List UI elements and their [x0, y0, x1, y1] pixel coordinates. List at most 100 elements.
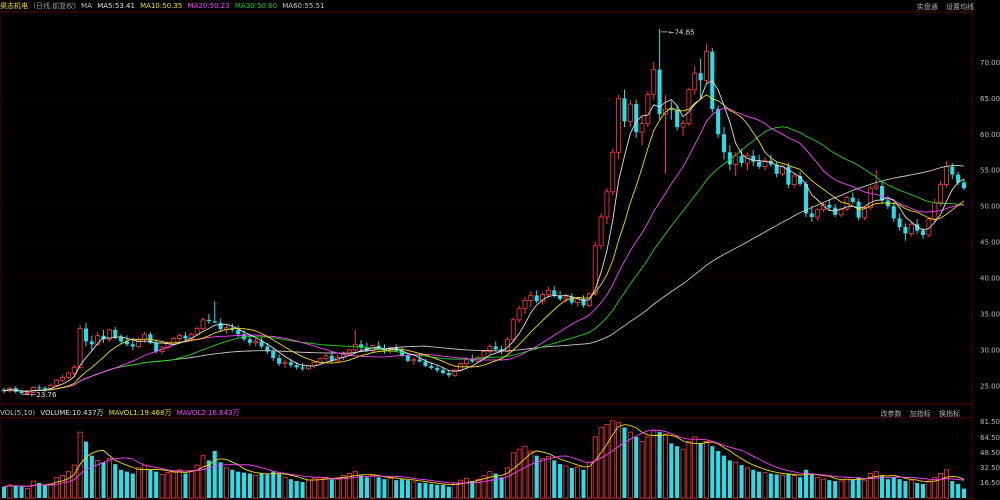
- header-bar: 昊志机电 (日线,前复权) MA MA5:53.41 MA10:50.35 MA…: [0, 0, 1000, 12]
- candlestick-chart: 70.00 65.00 60.00 55.00 50.00 45.00 40.00 35.00…: [0, 0, 1000, 500]
- stock-name[interactable]: 昊志机电: [0, 2, 28, 10]
- volume-bar: [657, 432, 662, 498]
- volume-bar: [540, 458, 545, 499]
- volume-bar: [733, 461, 739, 499]
- candle-body: [300, 367, 305, 369]
- ma60-value: MA60:55.51: [282, 2, 325, 10]
- volume-bar: [113, 464, 118, 498]
- volume-bar: [938, 473, 944, 499]
- volume-bar: [300, 482, 305, 498]
- volume-bar: [247, 473, 252, 498]
- volume-bar: [844, 476, 850, 499]
- volume-bar: [236, 471, 241, 498]
- settings-ma-button[interactable]: 设置均线: [946, 3, 974, 11]
- volume-bar: [563, 465, 569, 499]
- volume-bar: [592, 436, 598, 499]
- candle-body: [867, 187, 873, 209]
- volume-bar: [686, 441, 692, 499]
- volume-bar: [762, 472, 768, 499]
- volume-tick-label: 64.50: [980, 434, 1000, 442]
- ma30-value: MA30:50.60: [234, 2, 278, 10]
- candle-body: [200, 319, 206, 329]
- volume-bar: [493, 473, 498, 498]
- period-label: (日线,前复权): [33, 2, 76, 10]
- realtime-button[interactable]: 实盘通: [917, 3, 938, 11]
- candle-body: [680, 123, 686, 128]
- candle-body: [113, 329, 118, 338]
- candle-body: [417, 359, 422, 362]
- volume-bar: [627, 431, 633, 499]
- volume-bar: [703, 441, 709, 499]
- volume-bar: [400, 479, 405, 498]
- ma-label: MA: [81, 2, 92, 10]
- volume-bar: [908, 479, 914, 499]
- volume-bar: [821, 478, 826, 499]
- candle-body: [703, 51, 709, 81]
- volume-bar: [183, 473, 188, 498]
- volume-bar: [622, 427, 627, 498]
- candle-body: [943, 166, 949, 186]
- candle-body: [791, 175, 797, 186]
- volume-bar: [329, 479, 334, 498]
- volume-bar: [19, 486, 24, 498]
- volume-bar: [862, 479, 867, 499]
- volume-bar: [616, 422, 622, 499]
- volume-bar: [71, 464, 77, 499]
- volume-bar: [827, 480, 832, 498]
- price-tick-label: 30.00: [980, 347, 1000, 355]
- volume-bar: [815, 476, 821, 499]
- candle-body: [873, 185, 879, 189]
- volume-bar: [253, 475, 259, 499]
- header-buttons: 实盘通 设置均线: [911, 2, 974, 12]
- volume-bar: [277, 473, 282, 498]
- volume-bar: [24, 488, 30, 499]
- change-params-button[interactable]: 改参数: [881, 410, 902, 418]
- ma5-line: [3, 80, 965, 392]
- candle-body: [294, 365, 299, 368]
- candle-body: [65, 372, 71, 378]
- volume-bar: [288, 479, 293, 498]
- candle-body: [880, 186, 885, 201]
- volume-bar: [7, 484, 13, 499]
- candle-body: [522, 300, 528, 309]
- volume-bar: [727, 460, 732, 498]
- volume-bar: [757, 471, 762, 498]
- volume-bar: [604, 424, 610, 499]
- ma10-value: MA10:50.35: [140, 2, 183, 10]
- candle-body: [528, 294, 534, 301]
- add-indicator-button[interactable]: 加指标: [910, 410, 931, 418]
- switch-indicator-button[interactable]: 换指标: [939, 410, 960, 418]
- candle-body: [429, 365, 434, 369]
- candle-body: [739, 155, 744, 164]
- candle-body: [698, 73, 703, 81]
- volume-bar: [943, 469, 949, 499]
- volume-bar: [639, 441, 645, 499]
- volume-bar: [903, 481, 908, 498]
- candle-body: [516, 307, 522, 321]
- volume-bar: [440, 484, 446, 498]
- volume-bar: [809, 474, 814, 498]
- volume-bar: [950, 481, 955, 498]
- volume-bar: [394, 480, 399, 498]
- volume-bar: [698, 443, 703, 498]
- candle-body: [119, 337, 124, 342]
- volume-bar: [95, 459, 101, 499]
- volume-bar: [159, 474, 165, 499]
- volume-bar: [873, 471, 879, 499]
- candle-body: [440, 370, 446, 374]
- volume-bar: [54, 476, 60, 499]
- volume-bar: [856, 477, 861, 498]
- volume-bar: [405, 480, 410, 498]
- ma10-line: [3, 94, 965, 392]
- candle-body: [54, 379, 60, 386]
- volume-bar: [798, 477, 803, 498]
- volume-bar: [188, 470, 194, 499]
- candle-body: [24, 392, 30, 394]
- price-tick-label: 50.00: [980, 203, 1000, 211]
- candle-body: [920, 230, 926, 235]
- volume-bar: [148, 469, 153, 498]
- candle-body: [247, 339, 252, 343]
- volume-bar: [429, 483, 434, 498]
- volume-bar: [200, 455, 206, 499]
- candle-body: [411, 359, 417, 362]
